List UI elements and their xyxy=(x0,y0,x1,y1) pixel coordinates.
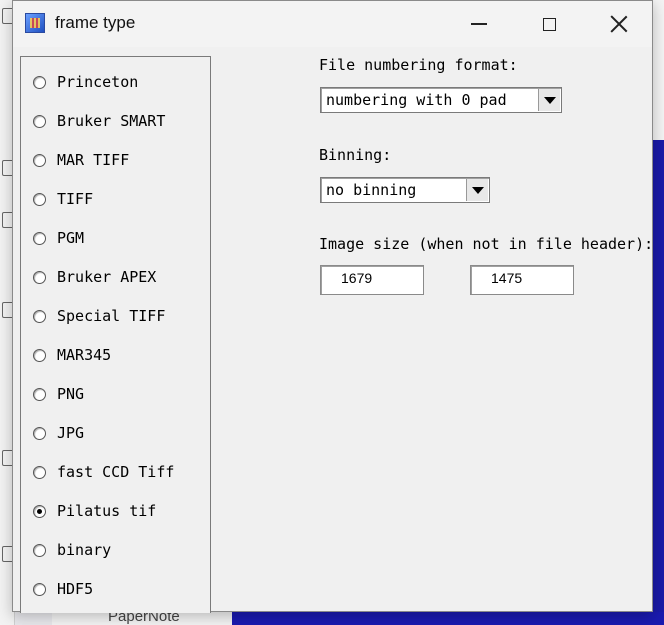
radio-button[interactable] xyxy=(33,231,46,245)
frame-type-label: Bruker APEX xyxy=(57,268,157,286)
image-size-label: Image size (when not in file header): xyxy=(319,235,654,253)
frame-type-label: PNG xyxy=(57,385,85,403)
frame-type-option[interactable]: Bruker APEX xyxy=(33,267,156,287)
chevron-down-icon xyxy=(471,186,484,194)
radio-button[interactable] xyxy=(33,465,46,479)
frame-type-option[interactable]: Special TIFF xyxy=(33,306,165,326)
frame-type-label: Special TIFF xyxy=(57,307,166,325)
frame-type-option[interactable]: PNG xyxy=(33,384,84,404)
chevron-down-icon xyxy=(543,96,556,104)
image-width-input[interactable]: 1679 xyxy=(320,265,424,295)
frame-type-option[interactable]: Bruker SMART xyxy=(33,111,165,131)
binning-dropdown-button[interactable] xyxy=(466,179,488,201)
numbering-format-label: File numbering format: xyxy=(319,56,518,74)
frame-type-option[interactable]: PGM xyxy=(33,228,84,248)
maximize-button[interactable] xyxy=(514,1,584,47)
radio-button[interactable] xyxy=(33,543,46,557)
frame-type-option[interactable]: MAR345 xyxy=(33,345,111,365)
minimize-button[interactable] xyxy=(444,1,514,47)
frame-type-label: JPG xyxy=(57,424,85,442)
frame-type-label: HDF5 xyxy=(57,580,94,598)
numbering-dropdown-button[interactable] xyxy=(538,89,560,111)
radio-button[interactable] xyxy=(33,504,46,518)
frame-type-option[interactable]: fast CCD Tiff xyxy=(33,462,174,482)
frame-type-option[interactable]: JPG xyxy=(33,423,84,443)
radio-button[interactable] xyxy=(33,348,46,362)
radio-button[interactable] xyxy=(33,114,46,128)
radio-button[interactable] xyxy=(33,426,46,440)
frame-type-label: binary xyxy=(57,541,112,559)
close-button[interactable] xyxy=(584,1,654,47)
image-height-input[interactable]: 1475 xyxy=(470,265,574,295)
radio-button[interactable] xyxy=(33,270,46,284)
frame-type-label: PGM xyxy=(57,229,85,247)
numbering-format-select[interactable]: numbering with 0 pad xyxy=(320,87,562,113)
radio-button[interactable] xyxy=(33,192,46,206)
radio-button[interactable] xyxy=(33,153,46,167)
binning-select[interactable]: no binning xyxy=(320,177,490,203)
frame-type-radio-group: Princeton Bruker SMART MAR TIFF TIFF PGM Bruk… xyxy=(20,56,211,613)
frame-type-label: fast CCD Tiff xyxy=(57,463,175,481)
title-bar[interactable]: frame type xyxy=(13,1,652,47)
binning-value: no binning xyxy=(326,181,417,199)
radio-button[interactable] xyxy=(33,582,46,596)
close-icon xyxy=(610,15,628,33)
minimize-icon xyxy=(471,23,487,25)
frame-type-label: TIFF xyxy=(57,190,94,208)
frame-type-option[interactable]: MAR TIFF xyxy=(33,150,129,170)
maximize-icon xyxy=(542,17,556,31)
frame-type-label: Bruker SMART xyxy=(57,112,166,130)
background-image-area xyxy=(228,612,664,625)
frame-type-option[interactable]: binary xyxy=(33,540,111,560)
radio-button[interactable] xyxy=(33,75,46,89)
binning-label: Binning: xyxy=(319,146,392,164)
window-title: frame type xyxy=(55,13,136,32)
radio-button[interactable] xyxy=(33,387,46,401)
radio-button[interactable] xyxy=(33,309,46,323)
frame-type-label: MAR TIFF xyxy=(57,151,130,169)
background-image-area xyxy=(652,140,664,625)
frame-type-label: Pilatus tif xyxy=(57,502,157,520)
frame-type-option[interactable]: Pilatus tif xyxy=(33,501,156,521)
frame-type-option[interactable]: TIFF xyxy=(33,189,93,209)
frame-type-option[interactable]: HDF5 xyxy=(33,579,93,599)
frame-type-option[interactable]: Princeton xyxy=(33,72,138,92)
frame-type-label: Princeton xyxy=(57,73,139,91)
app-icon xyxy=(25,13,45,33)
numbering-format-value: numbering with 0 pad xyxy=(326,91,507,109)
frame-type-label: MAR345 xyxy=(57,346,112,364)
frame-type-dialog: frame type Princeton Bruker SMART MAR TIFF… xyxy=(12,0,654,613)
